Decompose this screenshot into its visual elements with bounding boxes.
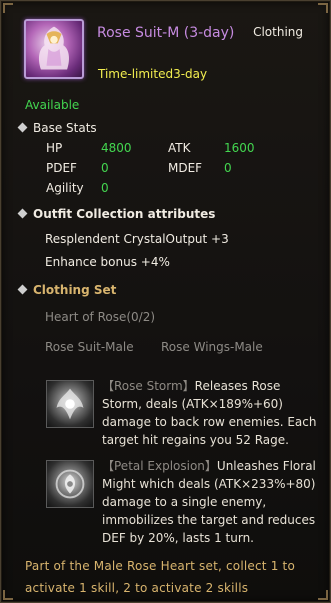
frame-corner xyxy=(3,3,13,13)
mdef-label: MDEF xyxy=(168,161,203,175)
agility-value: 0 xyxy=(101,181,109,195)
hp-label: HP xyxy=(46,141,63,155)
atk-value: 1600 xyxy=(224,141,255,155)
collection-attribute: Resplendent CrystalOutput +3 xyxy=(45,232,229,246)
pdef-value: 0 xyxy=(101,161,109,175)
rose-suit-icon xyxy=(24,19,84,79)
diamond-bullet-icon xyxy=(17,208,28,219)
item-tooltip-panel: Rose Suit-M (3-day) Clothing Time-limite… xyxy=(0,0,331,603)
agility-label: Agility xyxy=(46,181,84,195)
diamond-bullet-icon xyxy=(17,284,28,295)
atk-label: ATK xyxy=(168,141,191,155)
skill-petal-explosion: 【Petal Explosion】Unleashes Floral Might … xyxy=(102,457,320,547)
mdef-value: 0 xyxy=(224,161,232,175)
time-limit-label: Time-limited3-day xyxy=(98,67,208,81)
frame-corner xyxy=(318,3,328,13)
set-name: Heart of Rose(0/2) xyxy=(45,310,156,324)
pdef-label: PDEF xyxy=(46,161,77,175)
item-name: Rose Suit-M (3-day) xyxy=(97,25,235,41)
item-type: Clothing xyxy=(253,25,303,39)
clothing-set-header: Clothing Set xyxy=(17,283,116,297)
base-stats-header: Base Stats xyxy=(17,121,97,135)
skill-name: 【Petal Explosion】 xyxy=(102,459,217,473)
skill-name: 【Rose Storm】 xyxy=(102,379,195,393)
set-piece: Rose Suit-Male xyxy=(45,340,134,354)
frame-corner xyxy=(3,590,13,600)
set-description: Part of the Male Rose Heart set, collect… xyxy=(25,559,296,595)
rose-storm-icon xyxy=(46,380,94,428)
hp-value: 4800 xyxy=(101,141,132,155)
collection-header: Outfit Collection attributes xyxy=(17,207,215,221)
set-piece: Rose Wings-Male xyxy=(161,340,263,354)
diamond-bullet-icon xyxy=(17,122,28,133)
skill-rose-storm: 【Rose Storm】Releases Rose Storm, deals (… xyxy=(102,377,320,449)
collection-attribute: Enhance bonus +4% xyxy=(45,255,170,269)
petal-explosion-icon xyxy=(46,460,94,508)
availability-status: Available xyxy=(25,98,80,112)
